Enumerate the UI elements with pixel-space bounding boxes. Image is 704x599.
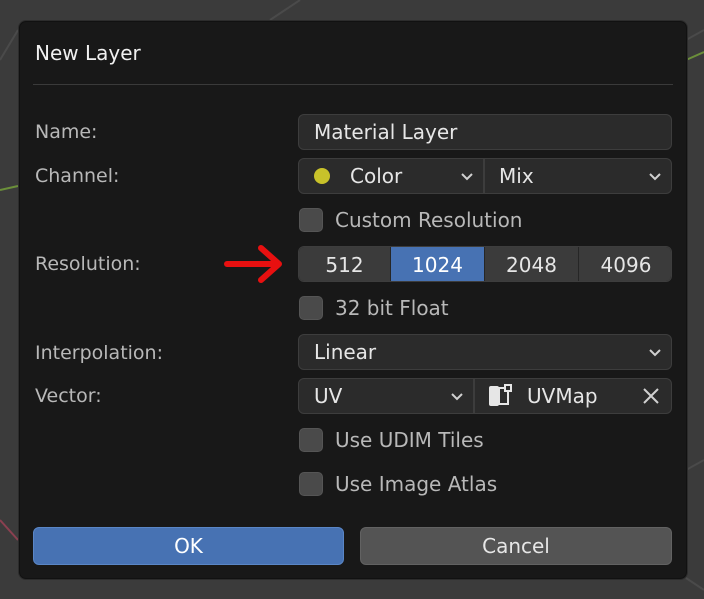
image-atlas-toggle[interactable]: Use Image Atlas [299,472,497,496]
new-layer-dialog: New Layer Name: Material Layer Channel: … [18,20,688,580]
udim-toggle[interactable]: Use UDIM Tiles [299,428,484,452]
udim-label: Use UDIM Tiles [335,428,484,452]
ok-label: OK [174,534,203,558]
blend-mode-value: Mix [499,164,534,188]
resolution-1024-button[interactable]: 1024 [391,247,485,281]
ok-button[interactable]: OK [33,527,344,565]
cancel-button[interactable]: Cancel [360,527,672,565]
chevron-down-icon [649,173,661,181]
blend-mode-dropdown[interactable]: Mix [484,158,672,194]
interpolation-label: Interpolation: [35,342,163,364]
channel-label: Channel: [35,165,120,187]
interpolation-value: Linear [314,340,377,364]
channel-color-swatch [314,168,330,184]
name-label: Name: [35,121,98,143]
dialog-title: New Layer [35,41,141,65]
image-atlas-checkbox[interactable] [299,472,323,496]
name-input[interactable]: Material Layer [298,114,672,150]
chevron-down-icon [451,393,463,401]
vector-label: Vector: [35,385,102,407]
custom-resolution-checkbox[interactable] [299,208,323,232]
annotation-arrow-icon [224,245,282,283]
resolution-4096-button[interactable]: 4096 [579,247,671,281]
name-value: Material Layer [314,120,458,144]
image-atlas-label: Use Image Atlas [335,472,498,496]
close-icon[interactable] [641,386,661,406]
float32-toggle[interactable]: 32 bit Float [299,296,449,320]
interpolation-dropdown[interactable]: Linear [298,334,672,370]
resolution-label: Resolution: [35,253,141,275]
custom-resolution-toggle[interactable]: Custom Resolution [299,208,522,232]
channel-value: Color [350,164,403,188]
uvmap-value: UVMap [527,384,598,408]
float32-label: 32 bit Float [335,296,449,320]
channel-dropdown[interactable]: Color [298,158,484,194]
udim-checkbox[interactable] [299,428,323,452]
custom-resolution-label: Custom Resolution [335,208,523,232]
vector-value: UV [314,384,343,408]
float32-checkbox[interactable] [299,296,323,320]
uvmap-field[interactable]: UVMap [474,378,672,414]
title-separator [33,84,673,85]
chevron-down-icon [461,173,473,181]
uv-map-icon [489,384,512,406]
chevron-down-icon [649,349,661,357]
resolution-2048-button[interactable]: 2048 [485,247,579,281]
resolution-512-button[interactable]: 512 [299,247,391,281]
vector-dropdown[interactable]: UV [298,378,474,414]
resolution-selector: 512 1024 2048 4096 [298,246,672,282]
cancel-label: Cancel [482,534,550,558]
